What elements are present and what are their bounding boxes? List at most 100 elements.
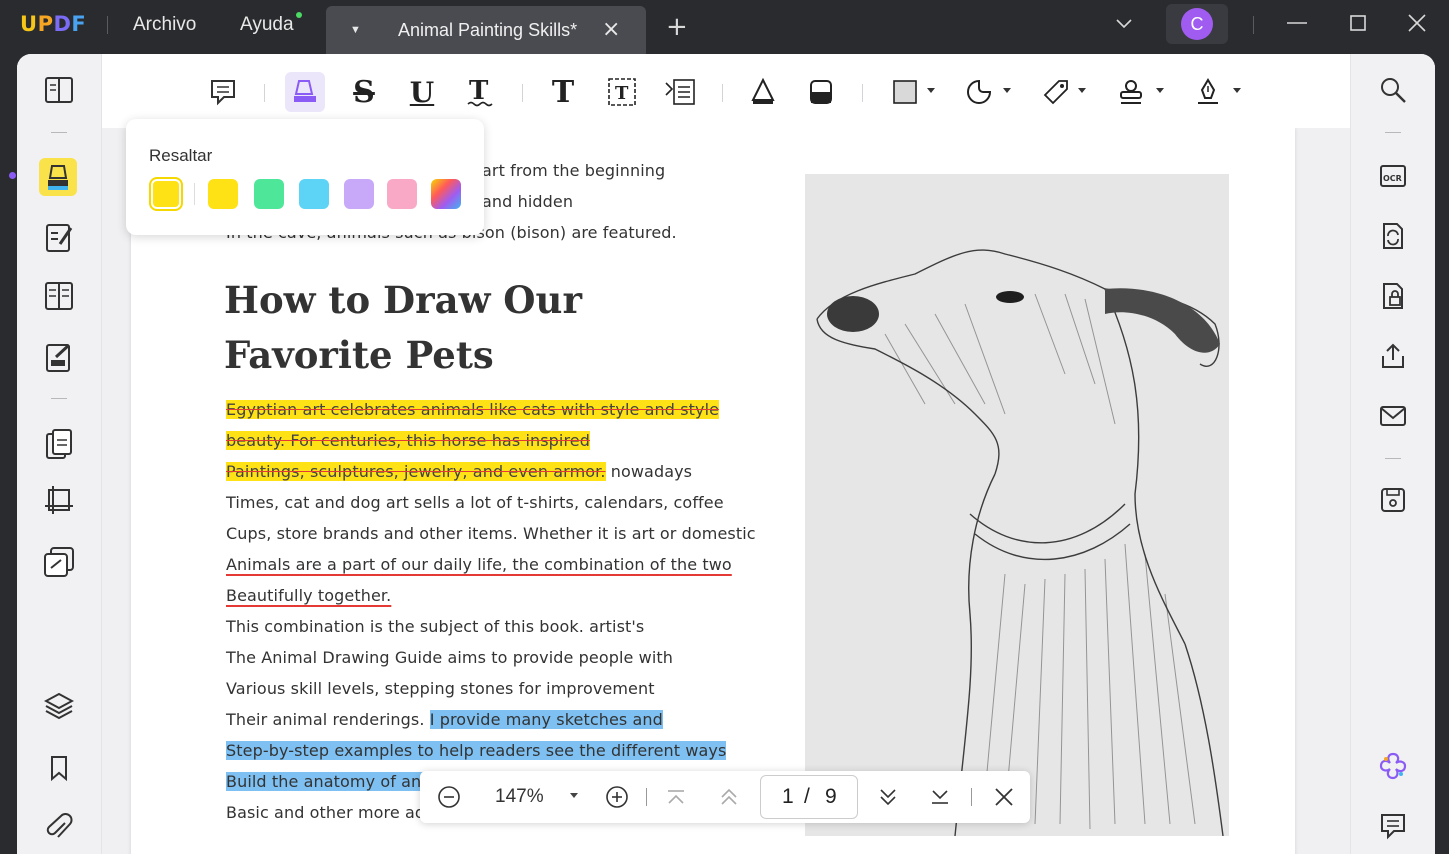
zoom-dropdown-icon[interactable]	[570, 793, 578, 798]
highlight-tool-icon[interactable]	[285, 72, 325, 112]
previous-page-icon[interactable]	[719, 787, 739, 807]
page-number-box[interactable]: 1 / 9	[760, 775, 858, 819]
signature-dropdown-icon[interactable]	[1233, 88, 1241, 93]
next-page-icon[interactable]	[878, 787, 898, 807]
blue-highlighted-text[interactable]: Build the anatomy of an ani	[226, 772, 452, 791]
dog-sketch-image	[805, 174, 1229, 837]
protect-file-icon[interactable]	[1375, 278, 1411, 314]
text-comment-icon[interactable]: T	[543, 72, 583, 112]
underlined-text[interactable]: Beautifully together.	[226, 586, 391, 605]
page-separator: /	[804, 785, 810, 808]
divider	[522, 84, 523, 102]
last-page-icon[interactable]	[930, 787, 950, 807]
color-swatch-purple[interactable]	[344, 179, 374, 209]
notification-dot	[296, 12, 302, 18]
color-swatch-blue[interactable]	[299, 179, 329, 209]
highlight-color-popup: Resaltar	[126, 119, 484, 235]
tag-icon[interactable]	[1036, 72, 1076, 112]
layers-icon[interactable]	[41, 688, 77, 724]
search-icon[interactable]	[1375, 72, 1411, 108]
text-line: Basic and other more adva	[226, 803, 445, 822]
squiggly-underline-icon[interactable]: T	[460, 72, 500, 112]
account-button[interactable]: C	[1166, 4, 1228, 44]
color-swatch-custom[interactable]	[431, 179, 461, 209]
pencil-icon[interactable]	[743, 72, 783, 112]
avatar: C	[1181, 8, 1213, 40]
title-bar: UPDF Archivo Ayuda ▼ Animal Painting Ski…	[0, 0, 1449, 54]
page-heading: How to Draw Our	[224, 278, 582, 322]
zoom-level[interactable]: 147%	[495, 786, 544, 808]
shape-dropdown-icon[interactable]	[927, 88, 935, 93]
text-box-icon[interactable]: T	[602, 72, 642, 112]
text-line: Cups, store brands and other items. Whet…	[226, 524, 756, 543]
bookmark-icon[interactable]	[41, 750, 77, 786]
underlined-text[interactable]: Animals are a part of our daily life, th…	[226, 555, 732, 574]
blue-highlighted-text[interactable]: I provide many sketches and	[429, 710, 663, 729]
sticky-note-icon[interactable]	[203, 72, 243, 112]
protect-icon[interactable]	[41, 544, 77, 580]
ocr-icon[interactable]: OCR	[1375, 158, 1411, 194]
svg-text:T: T	[469, 77, 489, 106]
color-swatch-yellow-selected[interactable]	[149, 177, 183, 211]
comments-panel-icon[interactable]	[1375, 808, 1411, 844]
document-tab[interactable]: ▼ Animal Painting Skills* ×	[326, 6, 646, 54]
text-line: Paintings, sculptures, jewelry, and even…	[226, 462, 692, 481]
page-tools-icon[interactable]	[41, 426, 77, 462]
plain-text: Their animal renderings.	[226, 710, 430, 729]
tab-close-icon[interactable]: ×	[602, 17, 620, 42]
strikethrough-icon[interactable]: S	[344, 72, 384, 112]
text-callout-icon[interactable]	[660, 72, 700, 112]
share-icon[interactable]	[1375, 338, 1411, 374]
maximize-icon[interactable]	[1347, 12, 1369, 34]
chevron-down-icon[interactable]	[1114, 14, 1134, 34]
sticker-dropdown-icon[interactable]	[1003, 88, 1011, 93]
eraser-icon[interactable]	[801, 72, 841, 112]
tab-dropdown-icon[interactable]: ▼	[350, 24, 361, 36]
updf-logo: UPDF	[20, 12, 87, 36]
form-edit-icon[interactable]	[41, 340, 77, 376]
email-icon[interactable]	[1375, 398, 1411, 434]
highlighted-text[interactable]: beauty. For centuries, this horse has in…	[226, 431, 591, 450]
convert-icon[interactable]	[1375, 218, 1411, 254]
page-navigation-bar: 147% 1 / 9	[420, 771, 1030, 823]
stamp-dropdown-icon[interactable]	[1156, 88, 1164, 93]
blue-highlighted-text[interactable]: Step-by-step examples to help readers se…	[226, 741, 727, 760]
comment-mode-icon[interactable]	[39, 158, 77, 196]
reader-icon[interactable]	[41, 72, 77, 108]
stamp-icon[interactable]	[1111, 72, 1151, 112]
current-page[interactable]: 1	[782, 785, 794, 809]
text-line: Egyptian art celebrates animals like cat…	[226, 400, 720, 419]
ai-assistant-icon[interactable]	[1375, 748, 1411, 784]
left-sidebar	[17, 54, 102, 854]
color-swatch-green[interactable]	[254, 179, 284, 209]
highlighted-text[interactable]: Paintings, sculptures, jewelry, and even…	[226, 462, 606, 481]
zoom-out-icon[interactable]	[437, 785, 461, 809]
close-nav-icon[interactable]	[993, 786, 1015, 808]
menu-archivo[interactable]: Archivo	[133, 14, 196, 36]
first-page-icon[interactable]	[666, 787, 686, 807]
page-heading: Favorite Pets	[224, 333, 494, 377]
crop-icon[interactable]	[41, 482, 77, 518]
organize-pages-icon[interactable]	[41, 278, 77, 314]
shape-icon[interactable]	[885, 72, 925, 112]
signature-icon[interactable]	[1188, 72, 1228, 112]
new-tab-icon[interactable]: +	[666, 14, 688, 40]
sticker-icon[interactable]	[959, 72, 999, 112]
attachment-icon[interactable]	[41, 810, 77, 846]
close-window-icon[interactable]	[1406, 12, 1428, 34]
color-swatch-pink[interactable]	[387, 179, 417, 209]
divider	[194, 183, 195, 205]
text-line: Their animal renderings. I provide many …	[226, 710, 663, 729]
zoom-in-icon[interactable]	[605, 785, 629, 809]
tag-dropdown-icon[interactable]	[1078, 88, 1086, 93]
underline-icon[interactable]: U	[402, 72, 442, 112]
save-icon[interactable]	[1375, 482, 1411, 518]
menu-ayuda[interactable]: Ayuda	[240, 14, 294, 36]
text-line: This combination is the subject of this …	[226, 617, 645, 636]
edit-pdf-icon[interactable]	[41, 220, 77, 256]
highlighted-text[interactable]: Egyptian art celebrates animals like cat…	[226, 400, 720, 419]
text-line: and hidden	[482, 192, 574, 211]
color-swatch-yellow[interactable]	[208, 179, 238, 209]
minimize-icon[interactable]	[1286, 12, 1308, 34]
divider	[862, 84, 863, 102]
